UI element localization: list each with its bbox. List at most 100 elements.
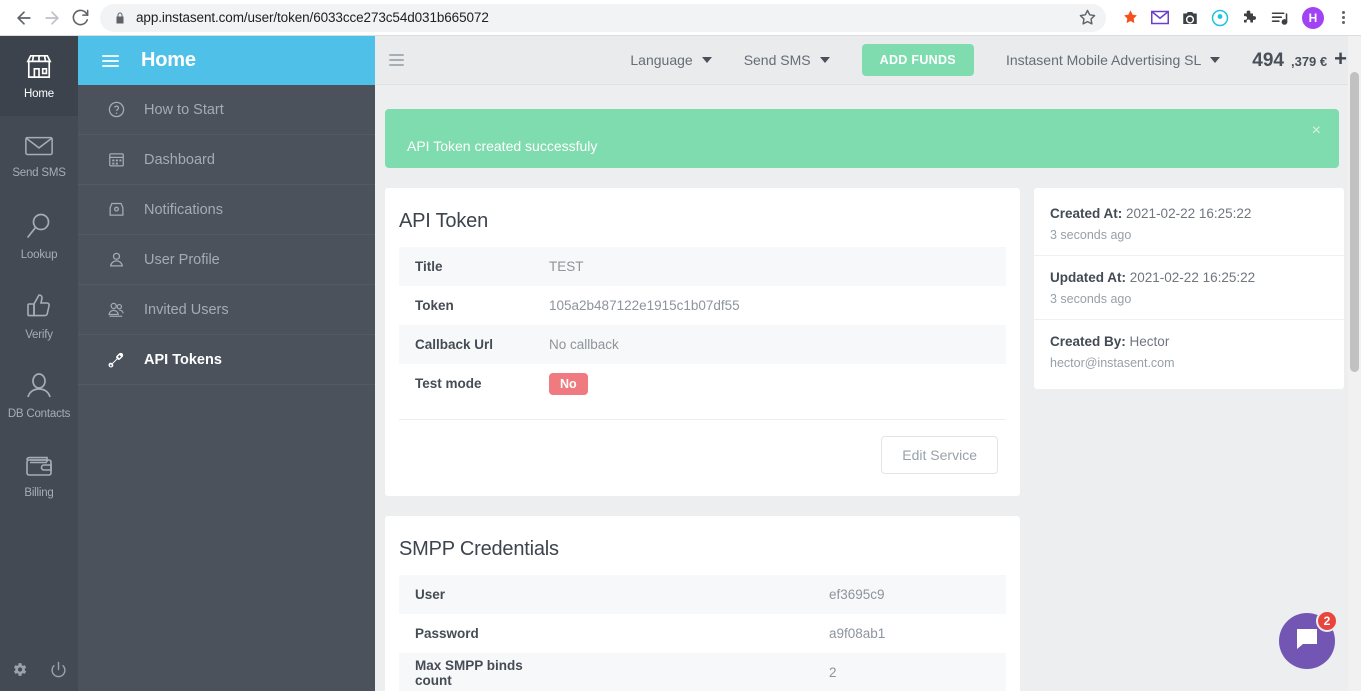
sidebar-item-how-to-start[interactable]: How to Start <box>78 85 375 135</box>
url-text: app.instasent.com/user/token/6033cce273c… <box>136 10 489 25</box>
created-at-value: 2021-02-22 16:25:22 <box>1126 206 1252 221</box>
rail-item-home[interactable]: Home <box>0 36 78 116</box>
calendar-icon <box>106 151 126 168</box>
add-funds-button[interactable]: ADD FUNDS <box>861 44 974 76</box>
inbox-icon <box>106 201 126 218</box>
rail-item-lookup[interactable]: Lookup <box>0 196 78 276</box>
account-dropdown[interactable]: Instasent Mobile Advertising SL <box>1005 52 1221 68</box>
updated-at-line: Updated At: 2021-02-22 16:25:22 <box>1050 270 1328 285</box>
bookmark-star-icon[interactable] <box>1073 9 1096 26</box>
metadata-panel: Created At: 2021-02-22 16:25:22 3 second… <box>1034 188 1344 389</box>
address-bar[interactable]: app.instasent.com/user/token/6033cce273c… <box>100 3 1106 32</box>
invited-users-icon <box>106 301 126 318</box>
row-key: Token <box>415 298 454 313</box>
created-by-email: hector@instasent.com <box>1050 356 1175 370</box>
person-icon <box>26 372 52 402</box>
rail-item-send-sms[interactable]: Send SMS <box>0 116 78 196</box>
smpp-card-title: SMPP Credentials <box>399 538 559 560</box>
language-label: Language <box>630 52 693 68</box>
forward-button[interactable] <box>38 4 66 32</box>
add-balance-icon[interactable]: + <box>1334 48 1347 70</box>
extension-orange-icon[interactable] <box>1120 8 1140 28</box>
back-button[interactable] <box>10 4 38 32</box>
app-shell: Home Send SMS Lookup Verify DB Contacts <box>0 36 1361 691</box>
updated-at-value: 2021-02-22 16:25:22 <box>1129 270 1256 285</box>
extension-icons: H <box>1114 6 1351 29</box>
created-at-relative: 3 seconds ago <box>1050 228 1132 242</box>
thumbs-up-icon <box>25 292 53 323</box>
right-column: Created At: 2021-02-22 16:25:22 3 second… <box>1034 188 1344 389</box>
primary-nav-rail: Home Send SMS Lookup Verify DB Contacts <box>0 36 78 691</box>
row-key: Callback Url <box>415 337 494 352</box>
row-key: Password <box>415 626 479 641</box>
sidebar-label-dashboard: Dashboard <box>144 151 215 168</box>
close-icon[interactable]: × <box>1312 122 1321 140</box>
hamburger-icon[interactable] <box>102 54 119 67</box>
sidebar-item-notifications[interactable]: Notifications <box>78 185 375 235</box>
edit-service-button[interactable]: Edit Service <box>881 436 998 474</box>
profile-avatar[interactable]: H <box>1302 6 1324 29</box>
intercom-launcher[interactable]: 2 <box>1279 610 1338 669</box>
row-key: Test mode <box>415 376 482 391</box>
api-token-card: API Token Title TEST Token 105a2b487122e… <box>385 188 1020 496</box>
sidebar-item-api-tokens[interactable]: API Tokens <box>78 335 375 385</box>
rail-label-send-sms: Send SMS <box>12 166 66 179</box>
created-by-block: Created By: Hector hector@instasent.com <box>1034 320 1344 383</box>
power-icon[interactable] <box>50 661 67 683</box>
chevron-down-icon <box>819 57 830 63</box>
scrollbar-thumb[interactable] <box>1350 72 1359 372</box>
created-by-value: Hector <box>1129 334 1170 349</box>
table-row: Callback Url No callback <box>399 325 1006 364</box>
sidebar-label-notifications: Notifications <box>144 201 223 218</box>
row-value: No callback <box>549 337 619 352</box>
updated-at-relative: 3 seconds ago <box>1050 292 1132 306</box>
puzzle-extension-icon[interactable] <box>1240 8 1260 28</box>
reload-button[interactable] <box>66 4 94 32</box>
language-dropdown[interactable]: Language <box>630 52 712 68</box>
lock-icon <box>114 11 126 25</box>
gear-icon[interactable] <box>11 661 28 683</box>
updated-at-block: Updated At: 2021-02-22 16:25:22 3 second… <box>1034 256 1344 320</box>
secondary-nav-header: Home <box>78 36 375 85</box>
account-label: Instasent Mobile Advertising SL <box>1005 52 1202 68</box>
balance-display: 494 ,379 € + <box>1252 48 1347 72</box>
success-alert: API Token created successfuly × <box>385 109 1339 168</box>
created-at-block: Created At: 2021-02-22 16:25:22 3 second… <box>1034 192 1344 256</box>
page-scrollbar[interactable] <box>1348 36 1361 691</box>
row-key: User <box>415 587 446 602</box>
camera-extension-icon[interactable] <box>1180 8 1200 28</box>
wallet-icon <box>25 454 53 481</box>
rail-item-verify[interactable]: Verify <box>0 276 78 356</box>
mail-extension-icon[interactable] <box>1150 8 1170 28</box>
rail-bottom-actions <box>0 661 78 683</box>
kebab-menu-icon[interactable] <box>1334 11 1351 24</box>
status-badge: No <box>549 372 588 395</box>
sidebar-item-dashboard[interactable]: Dashboard <box>78 135 375 185</box>
row-value: TEST <box>549 259 584 274</box>
sidebar-label-invited-users: Invited Users <box>144 301 229 318</box>
playlist-extension-icon[interactable] <box>1270 8 1290 28</box>
sidebar-item-invited-users[interactable]: Invited Users <box>78 285 375 335</box>
circle-extension-icon[interactable] <box>1210 8 1230 28</box>
sidebar-label-how-to-start: How to Start <box>144 101 224 118</box>
smpp-credentials-card: SMPP Credentials User ef3695c9 Password … <box>385 516 1020 691</box>
sidebar-label-user-profile: User Profile <box>144 251 220 268</box>
app-topbar: Language Send SMS ADD FUNDS Instasent Mo… <box>375 36 1361 85</box>
topbar-hamburger-icon[interactable] <box>389 54 404 66</box>
table-row: Password a9f08ab1 <box>399 614 1006 653</box>
rail-item-billing[interactable]: Billing <box>0 436 78 516</box>
table-row: Max SMPP binds count 2 <box>399 653 1006 691</box>
balance-integer: 494 <box>1252 50 1284 71</box>
row-value: 105a2b487122e1915c1b07df55 <box>549 298 740 313</box>
key-icon <box>106 351 126 369</box>
row-value: 2 <box>829 665 837 680</box>
chevron-down-icon <box>1210 57 1221 63</box>
sidebar-item-user-profile[interactable]: User Profile <box>78 235 375 285</box>
rail-item-db-contacts[interactable]: DB Contacts <box>0 356 78 436</box>
api-token-card-actions: Edit Service <box>399 419 1006 486</box>
rail-label-verify: Verify <box>25 328 53 341</box>
send-sms-dropdown[interactable]: Send SMS <box>744 52 830 68</box>
page-content: API Token created successfuly × API Toke… <box>375 85 1361 691</box>
left-column: API Token Title TEST Token 105a2b487122e… <box>385 188 1020 691</box>
browser-toolbar: app.instasent.com/user/token/6033cce273c… <box>0 0 1361 36</box>
